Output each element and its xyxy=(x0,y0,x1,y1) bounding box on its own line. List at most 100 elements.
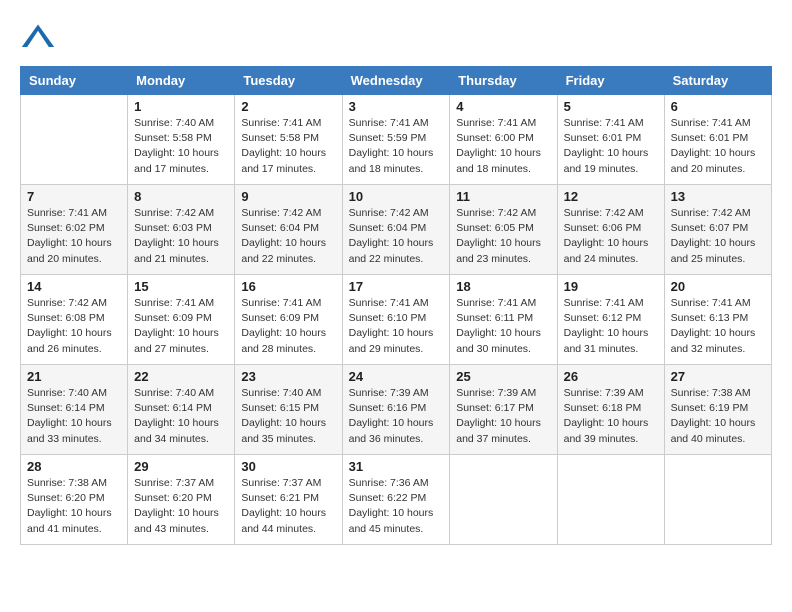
column-header-saturday: Saturday xyxy=(664,67,771,95)
calendar-week-row: 21 Sunrise: 7:40 AMSunset: 6:14 PMDayligh… xyxy=(21,365,772,455)
calendar-cell: 1 Sunrise: 7:40 AMSunset: 5:58 PMDaylight… xyxy=(128,95,235,185)
calendar-cell: 16 Sunrise: 7:41 AMSunset: 6:09 PMDayligh… xyxy=(235,275,342,365)
day-number: 6 xyxy=(671,99,765,114)
day-number: 4 xyxy=(456,99,550,114)
day-info: Sunrise: 7:42 AMSunset: 6:04 PMDaylight:… xyxy=(241,206,335,267)
calendar-cell: 12 Sunrise: 7:42 AMSunset: 6:06 PMDayligh… xyxy=(557,185,664,275)
calendar-cell: 10 Sunrise: 7:42 AMSunset: 6:04 PMDayligh… xyxy=(342,185,450,275)
calendar-cell: 14 Sunrise: 7:42 AMSunset: 6:08 PMDayligh… xyxy=(21,275,128,365)
calendar-header-row: SundayMondayTuesdayWednesdayThursdayFrid… xyxy=(21,67,772,95)
logo-icon xyxy=(20,20,56,56)
day-info: Sunrise: 7:41 AMSunset: 5:58 PMDaylight:… xyxy=(241,116,335,177)
calendar-cell: 31Sunrise: 7:36 AMSunset: 6:22 PMDayligh… xyxy=(342,455,450,545)
calendar-cell: 4 Sunrise: 7:41 AMSunset: 6:00 PMDaylight… xyxy=(450,95,557,185)
day-info: Sunrise: 7:41 AMSunset: 5:59 PMDaylight:… xyxy=(349,116,444,177)
calendar-cell: 21Sunrise: 7:40 AMSunset: 6:14 PMDayligh… xyxy=(21,365,128,455)
day-number: 1 xyxy=(134,99,228,114)
calendar-cell: 28 Sunrise: 7:38 AMSunset: 6:20 PMDayligh… xyxy=(21,455,128,545)
day-number: 19 xyxy=(564,279,658,294)
day-number: 9 xyxy=(241,189,335,204)
day-number: 15 xyxy=(134,279,228,294)
day-number: 5 xyxy=(564,99,658,114)
day-number: 22 xyxy=(134,369,228,384)
day-info: Sunrise: 7:39 AMSunset: 6:17 PMDaylight:… xyxy=(456,386,550,447)
day-number: 14 xyxy=(27,279,121,294)
day-info: Sunrise: 7:42 AMSunset: 6:08 PMDaylight:… xyxy=(27,296,121,357)
calendar-cell: 22 Sunrise: 7:40 AMSunset: 6:14 PMDayligh… xyxy=(128,365,235,455)
calendar-cell: 29Sunrise: 7:37 AMSunset: 6:20 PMDayligh… xyxy=(128,455,235,545)
column-header-sunday: Sunday xyxy=(21,67,128,95)
day-number: 24 xyxy=(349,369,444,384)
calendar-cell: 3 Sunrise: 7:41 AMSunset: 5:59 PMDaylight… xyxy=(342,95,450,185)
calendar-cell: 27 Sunrise: 7:38 AMSunset: 6:19 PMDayligh… xyxy=(664,365,771,455)
day-info: Sunrise: 7:41 AMSunset: 6:02 PMDaylight:… xyxy=(27,206,121,267)
day-number: 13 xyxy=(671,189,765,204)
calendar-cell xyxy=(450,455,557,545)
day-info: Sunrise: 7:42 AMSunset: 6:04 PMDaylight:… xyxy=(349,206,444,267)
day-info: Sunrise: 7:37 AMSunset: 6:20 PMDaylight:… xyxy=(134,476,228,537)
calendar-cell: 18 Sunrise: 7:41 AMSunset: 6:11 PMDayligh… xyxy=(450,275,557,365)
day-info: Sunrise: 7:41 AMSunset: 6:01 PMDaylight:… xyxy=(671,116,765,177)
calendar-cell: 8 Sunrise: 7:42 AMSunset: 6:03 PMDaylight… xyxy=(128,185,235,275)
day-number: 18 xyxy=(456,279,550,294)
calendar-cell: 13 Sunrise: 7:42 AMSunset: 6:07 PMDayligh… xyxy=(664,185,771,275)
calendar-cell: 15 Sunrise: 7:41 AMSunset: 6:09 PMDayligh… xyxy=(128,275,235,365)
day-info: Sunrise: 7:41 AMSunset: 6:00 PMDaylight:… xyxy=(456,116,550,177)
day-info: Sunrise: 7:40 AMSunset: 6:15 PMDaylight:… xyxy=(241,386,335,447)
day-number: 11 xyxy=(456,189,550,204)
day-info: Sunrise: 7:41 AMSunset: 6:13 PMDaylight:… xyxy=(671,296,765,357)
day-info: Sunrise: 7:38 AMSunset: 6:19 PMDaylight:… xyxy=(671,386,765,447)
column-header-wednesday: Wednesday xyxy=(342,67,450,95)
day-info: Sunrise: 7:42 AMSunset: 6:05 PMDaylight:… xyxy=(456,206,550,267)
day-info: Sunrise: 7:41 AMSunset: 6:09 PMDaylight:… xyxy=(134,296,228,357)
calendar-cell: 20 Sunrise: 7:41 AMSunset: 6:13 PMDayligh… xyxy=(664,275,771,365)
day-info: Sunrise: 7:39 AMSunset: 6:16 PMDaylight:… xyxy=(349,386,444,447)
day-info: Sunrise: 7:42 AMSunset: 6:06 PMDaylight:… xyxy=(564,206,658,267)
calendar-cell xyxy=(21,95,128,185)
calendar-cell: 30 Sunrise: 7:37 AMSunset: 6:21 PMDayligh… xyxy=(235,455,342,545)
day-info: Sunrise: 7:41 AMSunset: 6:10 PMDaylight:… xyxy=(349,296,444,357)
calendar-cell: 23 Sunrise: 7:40 AMSunset: 6:15 PMDayligh… xyxy=(235,365,342,455)
day-number: 30 xyxy=(241,459,335,474)
column-header-monday: Monday xyxy=(128,67,235,95)
calendar-week-row: 1 Sunrise: 7:40 AMSunset: 5:58 PMDaylight… xyxy=(21,95,772,185)
day-info: Sunrise: 7:40 AMSunset: 5:58 PMDaylight:… xyxy=(134,116,228,177)
day-number: 25 xyxy=(456,369,550,384)
day-number: 27 xyxy=(671,369,765,384)
calendar-cell: 7 Sunrise: 7:41 AMSunset: 6:02 PMDaylight… xyxy=(21,185,128,275)
calendar-cell: 6 Sunrise: 7:41 AMSunset: 6:01 PMDaylight… xyxy=(664,95,771,185)
day-info: Sunrise: 7:42 AMSunset: 6:03 PMDaylight:… xyxy=(134,206,228,267)
calendar-cell: 5 Sunrise: 7:41 AMSunset: 6:01 PMDaylight… xyxy=(557,95,664,185)
day-number: 20 xyxy=(671,279,765,294)
day-info: Sunrise: 7:41 AMSunset: 6:09 PMDaylight:… xyxy=(241,296,335,357)
calendar-week-row: 14 Sunrise: 7:42 AMSunset: 6:08 PMDayligh… xyxy=(21,275,772,365)
day-info: Sunrise: 7:40 AMSunset: 6:14 PMDaylight:… xyxy=(134,386,228,447)
day-number: 3 xyxy=(349,99,444,114)
day-info: Sunrise: 7:39 AMSunset: 6:18 PMDaylight:… xyxy=(564,386,658,447)
logo xyxy=(20,20,60,56)
day-number: 12 xyxy=(564,189,658,204)
day-number: 17 xyxy=(349,279,444,294)
day-info: Sunrise: 7:42 AMSunset: 6:07 PMDaylight:… xyxy=(671,206,765,267)
calendar-cell xyxy=(557,455,664,545)
day-info: Sunrise: 7:38 AMSunset: 6:20 PMDaylight:… xyxy=(27,476,121,537)
page-header xyxy=(20,20,772,56)
day-info: Sunrise: 7:41 AMSunset: 6:01 PMDaylight:… xyxy=(564,116,658,177)
day-number: 8 xyxy=(134,189,228,204)
day-number: 2 xyxy=(241,99,335,114)
day-number: 21 xyxy=(27,369,121,384)
calendar-cell: 25 Sunrise: 7:39 AMSunset: 6:17 PMDayligh… xyxy=(450,365,557,455)
calendar-cell: 17 Sunrise: 7:41 AMSunset: 6:10 PMDayligh… xyxy=(342,275,450,365)
calendar-cell: 2 Sunrise: 7:41 AMSunset: 5:58 PMDaylight… xyxy=(235,95,342,185)
column-header-tuesday: Tuesday xyxy=(235,67,342,95)
day-number: 16 xyxy=(241,279,335,294)
day-number: 26 xyxy=(564,369,658,384)
calendar-cell: 19Sunrise: 7:41 AMSunset: 6:12 PMDayligh… xyxy=(557,275,664,365)
day-number: 7 xyxy=(27,189,121,204)
day-number: 28 xyxy=(27,459,121,474)
day-info: Sunrise: 7:41 AMSunset: 6:11 PMDaylight:… xyxy=(456,296,550,357)
day-number: 23 xyxy=(241,369,335,384)
calendar-week-row: 7 Sunrise: 7:41 AMSunset: 6:02 PMDaylight… xyxy=(21,185,772,275)
day-info: Sunrise: 7:37 AMSunset: 6:21 PMDaylight:… xyxy=(241,476,335,537)
day-number: 10 xyxy=(349,189,444,204)
